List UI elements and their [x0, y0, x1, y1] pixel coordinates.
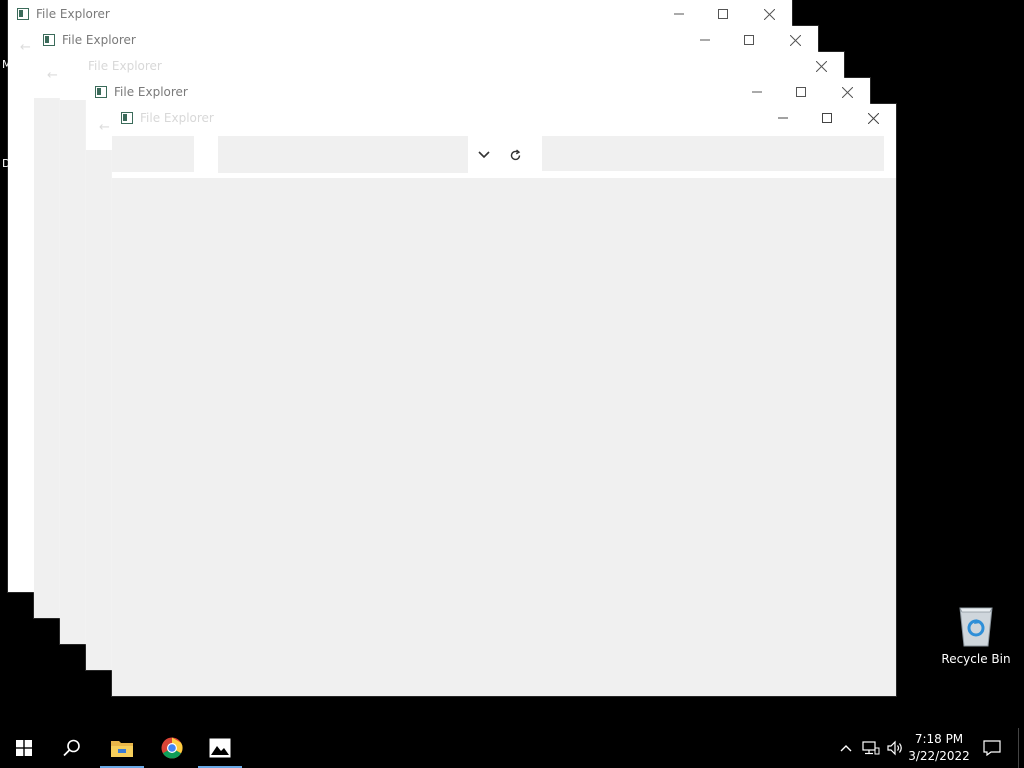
maximize-button[interactable]: [778, 78, 824, 106]
maximize-icon: [744, 35, 754, 45]
network-icon: [862, 741, 880, 755]
close-icon: [867, 112, 879, 124]
window-title: File Explorer: [88, 59, 162, 73]
close-button[interactable]: [772, 26, 818, 54]
edge-letter-m: M: [2, 58, 12, 71]
close-button[interactable]: [824, 78, 870, 106]
close-button[interactable]: [746, 0, 792, 28]
action-center-button[interactable]: [980, 728, 1004, 768]
window-titlebar[interactable]: File Explorer: [34, 26, 818, 54]
taskbar-photos[interactable]: [196, 728, 244, 768]
maximize-icon: [796, 87, 806, 97]
maximize-icon: [822, 113, 832, 123]
file-explorer-app-icon: [95, 86, 107, 98]
maximize-button[interactable]: [726, 26, 772, 54]
window-titlebar[interactable]: File Explorer: [86, 78, 870, 106]
chrome-icon: [161, 737, 183, 759]
desktop: File Explorer ← File Explorer ← File Exp…: [0, 0, 1024, 720]
file-explorer-app-icon: [43, 34, 55, 46]
window-titlebar[interactable]: File Explorer: [8, 0, 792, 28]
window-title: File Explorer: [36, 7, 110, 21]
nav-buttons-placeholder: [112, 136, 194, 172]
file-explorer-app-icon: [17, 8, 29, 20]
notifications-icon: [983, 740, 1001, 756]
window-titlebar[interactable]: File Explorer: [112, 104, 896, 132]
address-dropdown-button[interactable]: [469, 139, 499, 171]
search-icon: [63, 739, 80, 757]
maximize-button[interactable]: [804, 104, 850, 132]
minimize-icon: [674, 13, 684, 15]
file-explorer-app-icon: [121, 112, 133, 124]
minimize-icon: [700, 39, 710, 41]
close-icon: [841, 86, 853, 98]
taskbar-chrome[interactable]: [148, 728, 196, 768]
close-icon: [815, 60, 827, 72]
content-pane: [112, 178, 896, 696]
refresh-icon: [510, 148, 520, 160]
windows-start-icon: [16, 740, 32, 756]
window-title: File Explorer: [140, 111, 214, 125]
clock-time: 7:18 PM: [914, 732, 964, 746]
minimize-button[interactable]: [734, 78, 780, 106]
refresh-button[interactable]: [500, 139, 530, 171]
window-title: File Explorer: [114, 85, 188, 99]
taskbar: 7:18 PM 3/22/2022: [0, 728, 1024, 768]
volume-button[interactable]: [884, 728, 906, 768]
window-titlebar[interactable]: File Explorer: [60, 52, 844, 80]
search-button[interactable]: [48, 728, 96, 768]
minimize-icon: [778, 117, 788, 119]
window-title: File Explorer: [62, 33, 136, 47]
back-arrow-icon[interactable]: ←: [47, 68, 58, 83]
show-desktop-strip[interactable]: [1018, 728, 1019, 768]
recycle-bin-label: Recycle Bin: [941, 652, 1011, 666]
minimize-button[interactable]: [682, 26, 728, 54]
back-arrow-icon: ←: [20, 40, 31, 55]
clock[interactable]: 7:18 PM 3/22/2022: [906, 731, 972, 767]
address-bar[interactable]: [218, 136, 468, 173]
back-arrow-icon[interactable]: ←: [99, 120, 110, 135]
file-explorer-window-5[interactable]: File Explorer: [112, 104, 896, 696]
close-button[interactable]: [798, 52, 844, 80]
chevron-up-icon: [840, 745, 852, 752]
close-icon: [789, 34, 801, 46]
minimize-icon: [752, 91, 762, 93]
volume-icon: [887, 740, 902, 756]
close-icon: [763, 8, 775, 20]
network-button[interactable]: [860, 728, 882, 768]
start-button[interactable]: [0, 728, 48, 768]
maximize-icon: [718, 9, 728, 19]
minimize-button[interactable]: [760, 104, 806, 132]
search-box[interactable]: [542, 136, 884, 171]
clock-date: 3/22/2022: [908, 749, 970, 763]
close-button[interactable]: [850, 104, 896, 132]
taskbar-file-explorer[interactable]: [98, 728, 146, 768]
maximize-button[interactable]: [700, 0, 746, 28]
recycle-bin-desktop-icon[interactable]: Recycle Bin: [940, 600, 1012, 674]
show-hidden-icons-button[interactable]: [835, 728, 857, 768]
minimize-button[interactable]: [656, 0, 702, 28]
edge-letter-d: D: [2, 157, 11, 170]
recycle-bin-icon: [959, 607, 993, 647]
photos-icon: [209, 738, 231, 758]
file-explorer-icon: [111, 741, 133, 757]
chevron-down-icon: [478, 151, 490, 159]
